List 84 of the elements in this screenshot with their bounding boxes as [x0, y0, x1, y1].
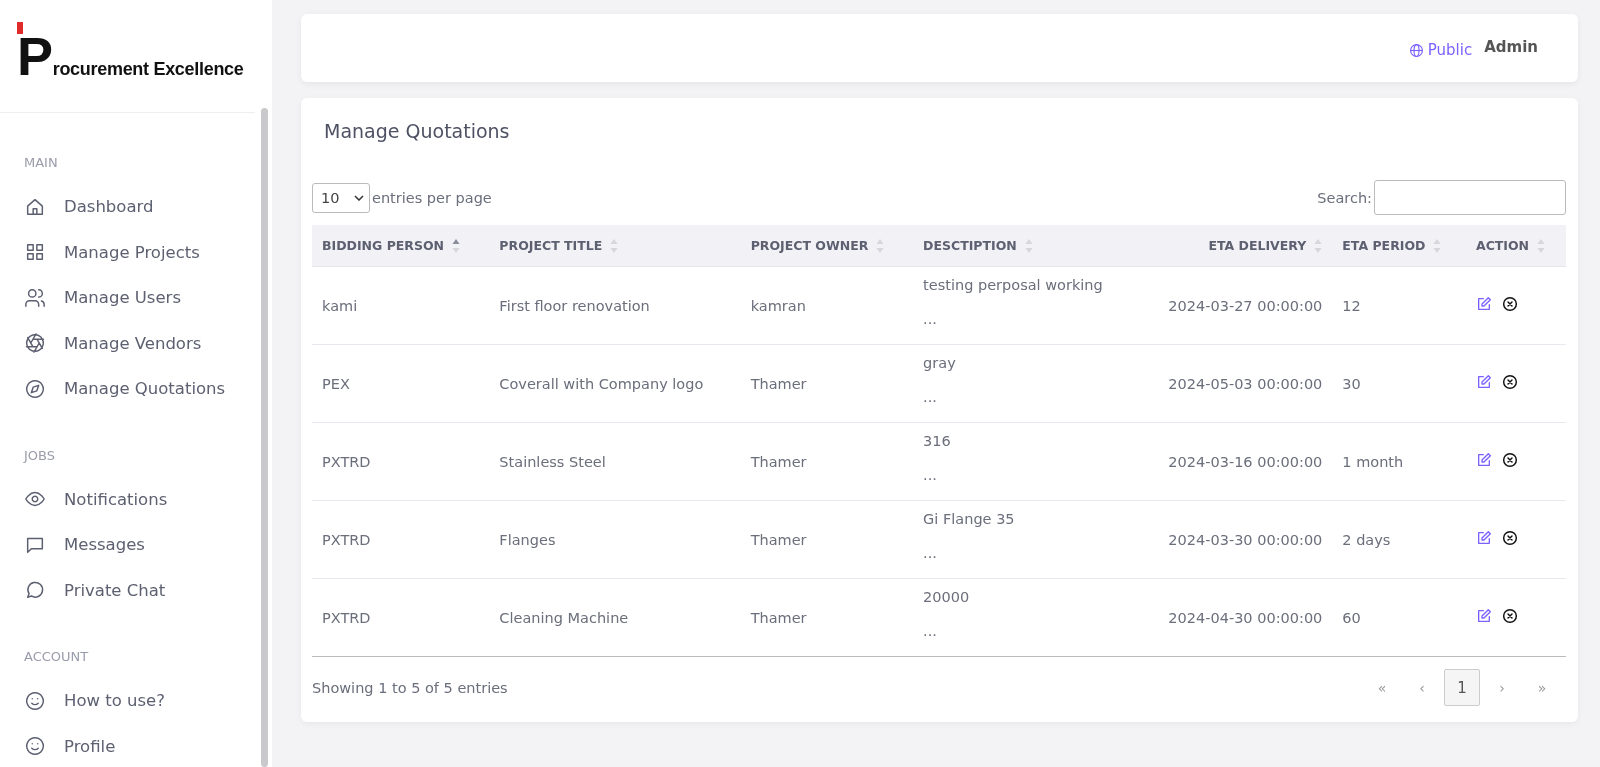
table-cell: 2024-03-27 00:00:00 — [1137, 266, 1333, 345]
nav-icon — [24, 377, 46, 400]
description-ellipsis: ... — [923, 623, 937, 641]
section-title: MAIN — [24, 155, 59, 170]
logo-mark-icon — [17, 22, 23, 34]
logo: Procurement Excellence — [0, 0, 255, 113]
user-name[interactable]: Admin — [1484, 38, 1538, 56]
table-cell: Thamer — [740, 344, 914, 423]
delete-icon[interactable] — [1501, 374, 1518, 390]
table-cell: 2024-03-16 00:00:00 — [1137, 422, 1333, 501]
sidebar-item[interactable]: Dashboard — [24, 184, 154, 230]
table-cell: PEX — [312, 344, 490, 423]
table-cell: First floor renovation — [489, 266, 741, 345]
description-ellipsis: ... — [923, 389, 937, 407]
search-label: Search: — [1317, 189, 1372, 206]
table-cell: PXTRD — [312, 500, 490, 579]
table-cell: Flanges — [489, 500, 741, 579]
table-cell: Thamer — [740, 500, 914, 579]
description-text: 20000 — [923, 589, 970, 607]
table-cell: 2024-04-30 00:00:00 — [1137, 578, 1333, 657]
table-cell: 2024-03-30 00:00:00 — [1137, 500, 1333, 579]
edit-icon[interactable] — [1475, 452, 1492, 468]
description-text: Gi Flange 35 — [923, 511, 1015, 529]
table-cell: 2 days — [1332, 500, 1466, 579]
column-header[interactable]: ACTION — [1465, 225, 1566, 267]
page-button[interactable]: 1 — [1444, 669, 1480, 706]
globe-icon — [1408, 42, 1424, 58]
column-header[interactable]: PROJECT OWNER — [740, 225, 914, 267]
delete-icon[interactable] — [1501, 530, 1518, 546]
description-ellipsis: ... — [923, 311, 937, 329]
public-link[interactable]: Public — [1408, 41, 1473, 59]
search-field[interactable] — [1374, 180, 1566, 215]
table-cell: 1 month — [1332, 422, 1466, 501]
nav-icon — [24, 689, 46, 712]
sidebar-item[interactable]: Manage Vendors — [24, 320, 202, 366]
description-text: testing perposal working — [923, 277, 1103, 295]
edit-icon[interactable] — [1475, 608, 1492, 624]
description-text: gray — [923, 355, 956, 373]
nav-icon — [24, 735, 46, 758]
edit-icon[interactable] — [1475, 296, 1492, 312]
column-header[interactable]: DESCTIPTION — [913, 225, 1138, 267]
delete-icon[interactable] — [1501, 608, 1518, 624]
description-ellipsis: ... — [923, 467, 937, 485]
delete-icon[interactable] — [1501, 452, 1518, 468]
section-title: ACCOUNT — [24, 649, 90, 664]
sidebar-item[interactable]: Messages — [24, 522, 145, 568]
page-title: Manage Quotations — [324, 120, 511, 142]
edit-icon[interactable] — [1475, 530, 1492, 546]
delete-icon[interactable] — [1501, 296, 1518, 312]
sidebar-item[interactable]: Manage Quotations — [24, 366, 226, 412]
table-cell: 2024-05-03 00:00:00 — [1137, 344, 1333, 423]
table-cell: 60 — [1332, 578, 1466, 657]
table-cell: Coverall with Company logo — [489, 344, 741, 423]
table-cell: Stainless Steel — [489, 422, 741, 501]
table-cell: Thamer — [740, 422, 914, 501]
entries-info: Showing 1 to 5 of 5 entries — [312, 679, 508, 696]
sidebar-item[interactable]: Manage Users — [24, 275, 181, 321]
scrollbar[interactable] — [261, 108, 268, 767]
page-size-label: entries per page — [372, 189, 492, 206]
sidebar-item[interactable]: Private Chat — [24, 567, 166, 613]
sidebar-item[interactable]: Notifications — [24, 476, 168, 522]
table-cell: Thamer — [740, 578, 914, 657]
description-ellipsis: ... — [923, 545, 937, 563]
sidebar-item[interactable]: Manage Projects — [24, 229, 200, 275]
section-title: JOBS — [24, 447, 56, 463]
table-cell: PXTRD — [312, 578, 490, 657]
nav-icon — [24, 332, 46, 355]
page-size-select[interactable]: 10 — [312, 182, 370, 213]
column-header[interactable]: PROJECT TITLE — [489, 225, 741, 267]
table-cell: 12 — [1332, 266, 1466, 345]
sidebar-item[interactable]: How to use? — [24, 678, 165, 724]
table-cell: 30 — [1332, 344, 1466, 423]
column-header[interactable]: BIDDING PERSON — [312, 225, 490, 267]
table-cell: kamran — [740, 266, 914, 345]
column-header[interactable]: ETA PERIOD — [1332, 225, 1466, 267]
table-cell: PXTRD — [312, 422, 490, 501]
chevron-down-icon — [354, 194, 364, 201]
nav-icon — [24, 286, 46, 309]
edit-icon[interactable] — [1475, 374, 1492, 390]
sidebar-item[interactable]: Profile — [24, 723, 116, 767]
table-cell: kami — [312, 266, 490, 345]
column-header[interactable]: ETA DELIVERY — [1137, 225, 1333, 267]
table-cell: Cleaning Machine — [489, 578, 741, 657]
description-text: 316 — [923, 433, 951, 451]
